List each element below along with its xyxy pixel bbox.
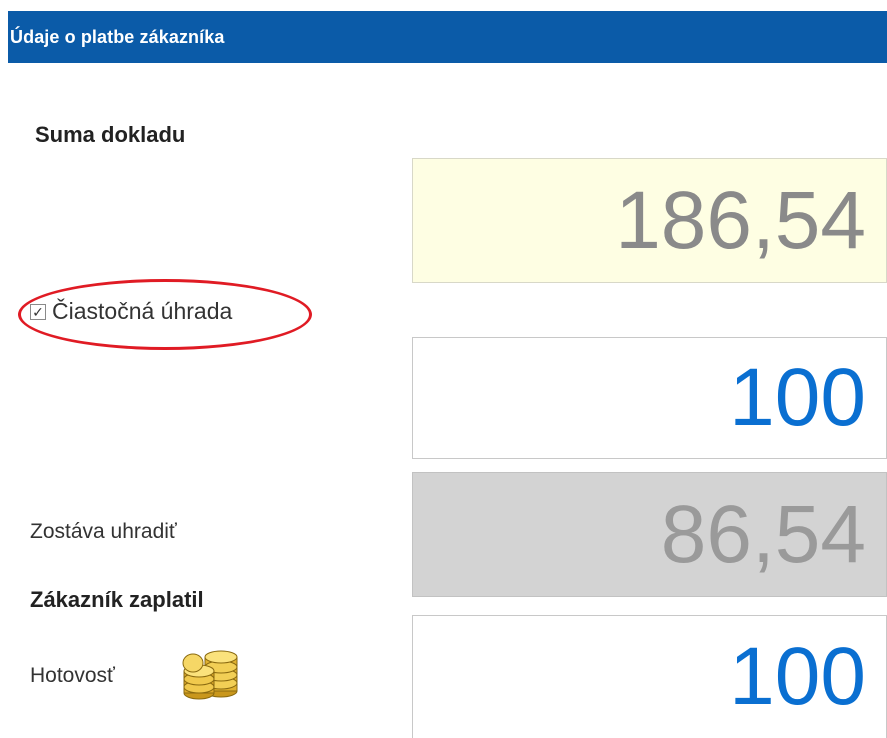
remaining-label: Zostáva uhradiť — [30, 520, 177, 543]
partial-payment-checkbox-row[interactable]: ✓ Čiastočná úhrada — [30, 298, 232, 325]
window-title-bar: Údaje o platbe zákazníka — [8, 11, 887, 63]
customer-paid-label: Zákazník zaplatil — [30, 587, 204, 612]
document-total-label: Suma dokladu — [35, 122, 186, 147]
remaining-value: 86,54 — [412, 472, 887, 597]
document-total-value: 186,54 — [412, 158, 887, 283]
partial-payment-label[interactable]: Čiastočná úhrada — [52, 298, 232, 325]
partial-payment-input[interactable]: 100 — [412, 337, 887, 459]
coins-icon — [179, 643, 243, 706]
cash-input[interactable]: 100 — [412, 615, 887, 738]
window-title: Údaje o platbe zákazníka — [10, 26, 225, 47]
partial-payment-checkbox[interactable]: ✓ — [30, 303, 46, 320]
cash-label: Hotovosť — [30, 664, 115, 687]
